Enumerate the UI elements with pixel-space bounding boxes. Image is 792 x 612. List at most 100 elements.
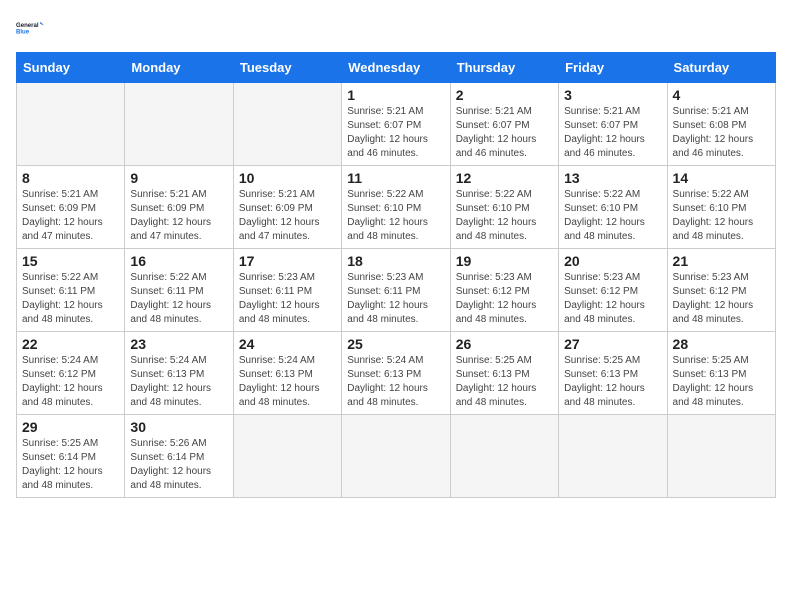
day-number: 18 bbox=[347, 253, 444, 269]
day-info: Sunrise: 5:22 AMSunset: 6:10 PMDaylight:… bbox=[564, 188, 661, 244]
day-number: 30 bbox=[130, 419, 227, 435]
calendar-cell bbox=[342, 415, 450, 498]
day-info: Sunrise: 5:21 AMSunset: 6:08 PMDaylight:… bbox=[673, 105, 770, 161]
calendar-cell: 11 Sunrise: 5:22 AMSunset: 6:10 PMDayligh… bbox=[342, 166, 450, 249]
page-header: General Blue bbox=[16, 16, 776, 44]
calendar-cell: 2 Sunrise: 5:21 AMSunset: 6:07 PMDaylight… bbox=[450, 83, 558, 166]
day-number: 15 bbox=[22, 253, 119, 269]
day-info: Sunrise: 5:21 AMSunset: 6:07 PMDaylight:… bbox=[456, 105, 553, 161]
day-info: Sunrise: 5:25 AMSunset: 6:13 PMDaylight:… bbox=[673, 354, 770, 410]
day-info: Sunrise: 5:26 AMSunset: 6:14 PMDaylight:… bbox=[130, 437, 227, 493]
svg-text:General: General bbox=[16, 23, 39, 29]
day-info: Sunrise: 5:22 AMSunset: 6:10 PMDaylight:… bbox=[347, 188, 444, 244]
calendar-cell: 14Sunrise: 5:22 AMSunset: 6:10 PMDayligh… bbox=[667, 166, 775, 249]
calendar-cell bbox=[559, 415, 667, 498]
day-info: Sunrise: 5:23 AMSunset: 6:12 PMDaylight:… bbox=[673, 271, 770, 327]
day-info: Sunrise: 5:24 AMSunset: 6:13 PMDaylight:… bbox=[239, 354, 336, 410]
calendar-cell: 4 Sunrise: 5:21 AMSunset: 6:08 PMDaylight… bbox=[667, 83, 775, 166]
day-number: 12 bbox=[456, 170, 553, 186]
svg-text:Blue: Blue bbox=[16, 30, 30, 36]
day-number: 17 bbox=[239, 253, 336, 269]
week-row-4: 22Sunrise: 5:24 AMSunset: 6:12 PMDayligh… bbox=[17, 332, 776, 415]
week-row-3: 15 Sunrise: 5:22 AMSunset: 6:11 PMDayligh… bbox=[17, 249, 776, 332]
day-number: 2 bbox=[456, 87, 553, 103]
calendar-cell: 10 Sunrise: 5:21 AMSunset: 6:09 PMDayligh… bbox=[233, 166, 341, 249]
day-number: 11 bbox=[347, 170, 444, 186]
logo-icon: General Blue bbox=[16, 16, 44, 44]
calendar-cell: 18Sunrise: 5:23 AMSunset: 6:11 PMDayligh… bbox=[342, 249, 450, 332]
day-info: Sunrise: 5:23 AMSunset: 6:12 PMDaylight:… bbox=[456, 271, 553, 327]
day-info: Sunrise: 5:24 AMSunset: 6:13 PMDaylight:… bbox=[347, 354, 444, 410]
header-cell-thursday: Thursday bbox=[450, 53, 558, 83]
day-number: 1 bbox=[347, 87, 444, 103]
day-info: Sunrise: 5:22 AMSunset: 6:10 PMDaylight:… bbox=[456, 188, 553, 244]
calendar-cell: 27 Sunrise: 5:25 AMSunset: 6:13 PMDayligh… bbox=[559, 332, 667, 415]
calendar-cell bbox=[233, 83, 341, 166]
header-cell-friday: Friday bbox=[559, 53, 667, 83]
day-number: 26 bbox=[456, 336, 553, 352]
day-number: 16 bbox=[130, 253, 227, 269]
day-info: Sunrise: 5:24 AMSunset: 6:13 PMDaylight:… bbox=[130, 354, 227, 410]
day-info: Sunrise: 5:23 AMSunset: 6:11 PMDaylight:… bbox=[239, 271, 336, 327]
day-info: Sunrise: 5:25 AMSunset: 6:14 PMDaylight:… bbox=[22, 437, 119, 493]
day-number: 29 bbox=[22, 419, 119, 435]
calendar-cell: 20 Sunrise: 5:23 AMSunset: 6:12 PMDayligh… bbox=[559, 249, 667, 332]
day-number: 9 bbox=[130, 170, 227, 186]
day-info: Sunrise: 5:21 AMSunset: 6:09 PMDaylight:… bbox=[239, 188, 336, 244]
calendar-cell: 1 Sunrise: 5:21 AMSunset: 6:07 PMDaylight… bbox=[342, 83, 450, 166]
calendar-cell: 21 Sunrise: 5:23 AMSunset: 6:12 PMDayligh… bbox=[667, 249, 775, 332]
day-number: 20 bbox=[564, 253, 661, 269]
calendar-cell: 13 Sunrise: 5:22 AMSunset: 6:10 PMDayligh… bbox=[559, 166, 667, 249]
day-info: Sunrise: 5:21 AMSunset: 6:07 PMDaylight:… bbox=[347, 105, 444, 161]
header-row: SundayMondayTuesdayWednesdayThursdayFrid… bbox=[17, 53, 776, 83]
calendar-cell: 16 Sunrise: 5:22 AMSunset: 6:11 PMDayligh… bbox=[125, 249, 233, 332]
day-info: Sunrise: 5:25 AMSunset: 6:13 PMDaylight:… bbox=[456, 354, 553, 410]
header-cell-sunday: Sunday bbox=[17, 53, 125, 83]
calendar-cell: 17 Sunrise: 5:23 AMSunset: 6:11 PMDayligh… bbox=[233, 249, 341, 332]
calendar-cell: 23Sunrise: 5:24 AMSunset: 6:13 PMDayligh… bbox=[125, 332, 233, 415]
calendar-cell: 29 Sunrise: 5:25 AMSunset: 6:14 PMDayligh… bbox=[17, 415, 125, 498]
calendar-cell: 30 Sunrise: 5:26 AMSunset: 6:14 PMDayligh… bbox=[125, 415, 233, 498]
day-number: 22 bbox=[22, 336, 119, 352]
calendar-cell bbox=[450, 415, 558, 498]
header-cell-saturday: Saturday bbox=[667, 53, 775, 83]
day-number: 13 bbox=[564, 170, 661, 186]
day-info: Sunrise: 5:22 AMSunset: 6:11 PMDaylight:… bbox=[22, 271, 119, 327]
header-cell-tuesday: Tuesday bbox=[233, 53, 341, 83]
day-info: Sunrise: 5:23 AMSunset: 6:12 PMDaylight:… bbox=[564, 271, 661, 327]
day-number: 14 bbox=[673, 170, 770, 186]
day-number: 21 bbox=[673, 253, 770, 269]
week-row-1: 1 Sunrise: 5:21 AMSunset: 6:07 PMDaylight… bbox=[17, 83, 776, 166]
day-number: 27 bbox=[564, 336, 661, 352]
calendar-cell bbox=[17, 83, 125, 166]
day-number: 10 bbox=[239, 170, 336, 186]
calendar-cell bbox=[667, 415, 775, 498]
day-info: Sunrise: 5:25 AMSunset: 6:13 PMDaylight:… bbox=[564, 354, 661, 410]
day-number: 4 bbox=[673, 87, 770, 103]
calendar-cell: 15 Sunrise: 5:22 AMSunset: 6:11 PMDayligh… bbox=[17, 249, 125, 332]
day-info: Sunrise: 5:22 AMSunset: 6:11 PMDaylight:… bbox=[130, 271, 227, 327]
calendar-cell: 28 Sunrise: 5:25 AMSunset: 6:13 PMDayligh… bbox=[667, 332, 775, 415]
week-row-2: 8 Sunrise: 5:21 AMSunset: 6:09 PMDaylight… bbox=[17, 166, 776, 249]
header-cell-wednesday: Wednesday bbox=[342, 53, 450, 83]
logo: General Blue bbox=[16, 16, 44, 44]
calendar-cell: 9 Sunrise: 5:21 AMSunset: 6:09 PMDaylight… bbox=[125, 166, 233, 249]
calendar-cell: 3 Sunrise: 5:21 AMSunset: 6:07 PMDaylight… bbox=[559, 83, 667, 166]
calendar-cell: 24 Sunrise: 5:24 AMSunset: 6:13 PMDayligh… bbox=[233, 332, 341, 415]
day-info: Sunrise: 5:21 AMSunset: 6:07 PMDaylight:… bbox=[564, 105, 661, 161]
day-number: 3 bbox=[564, 87, 661, 103]
calendar-cell bbox=[233, 415, 341, 498]
day-info: Sunrise: 5:21 AMSunset: 6:09 PMDaylight:… bbox=[22, 188, 119, 244]
calendar-cell: 22Sunrise: 5:24 AMSunset: 6:12 PMDayligh… bbox=[17, 332, 125, 415]
day-number: 24 bbox=[239, 336, 336, 352]
calendar-cell: 26 Sunrise: 5:25 AMSunset: 6:13 PMDayligh… bbox=[450, 332, 558, 415]
day-number: 25 bbox=[347, 336, 444, 352]
day-info: Sunrise: 5:21 AMSunset: 6:09 PMDaylight:… bbox=[130, 188, 227, 244]
day-number: 28 bbox=[673, 336, 770, 352]
calendar-cell: 8 Sunrise: 5:21 AMSunset: 6:09 PMDaylight… bbox=[17, 166, 125, 249]
header-cell-monday: Monday bbox=[125, 53, 233, 83]
day-number: 8 bbox=[22, 170, 119, 186]
calendar-cell: 25 Sunrise: 5:24 AMSunset: 6:13 PMDayligh… bbox=[342, 332, 450, 415]
day-number: 19 bbox=[456, 253, 553, 269]
week-row-5: 29 Sunrise: 5:25 AMSunset: 6:14 PMDayligh… bbox=[17, 415, 776, 498]
